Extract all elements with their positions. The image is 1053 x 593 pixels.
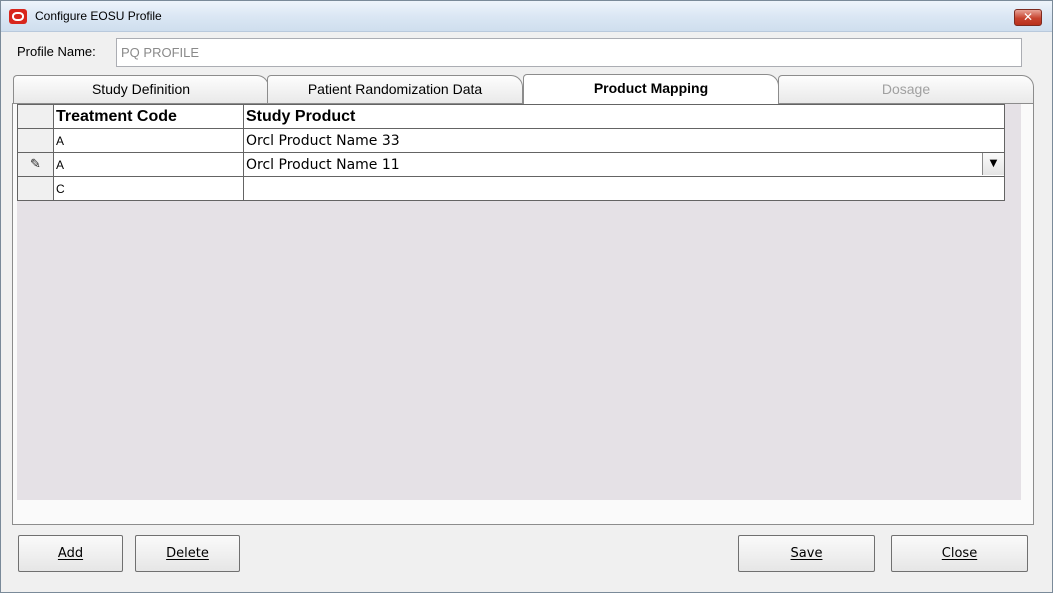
study-product-cell[interactable]: Orcl Product Name 33 bbox=[243, 128, 1005, 153]
study-product-dropdown[interactable]: Orcl Product Name 11 ▼ bbox=[243, 152, 1005, 177]
column-header-treatment-code[interactable]: Treatment Code bbox=[53, 104, 244, 129]
tab-patient-randomization-data[interactable]: Patient Randomization Data bbox=[267, 75, 523, 103]
pencil-edit-icon: ✎ bbox=[30, 157, 41, 172]
mapping-grid: Treatment Code Study Product A Orcl Prod… bbox=[17, 104, 1021, 500]
profile-name-field[interactable] bbox=[116, 38, 1022, 67]
window-title: Configure EOSU Profile bbox=[35, 9, 162, 23]
row-header[interactable] bbox=[17, 176, 54, 201]
window-close-button[interactable]: ✕ bbox=[1014, 9, 1042, 26]
add-button[interactable]: Add bbox=[18, 535, 123, 572]
chevron-down-icon[interactable]: ▼ bbox=[982, 153, 1004, 175]
study-product-cell[interactable] bbox=[243, 176, 1005, 201]
tab-product-mapping[interactable]: Product Mapping bbox=[523, 74, 779, 104]
save-button[interactable]: Save bbox=[738, 535, 875, 572]
product-mapping-panel: Treatment Code Study Product A Orcl Prod… bbox=[12, 103, 1034, 525]
treatment-code-cell[interactable]: A bbox=[53, 152, 244, 177]
treatment-code-cell[interactable]: C bbox=[53, 176, 244, 201]
delete-button[interactable]: Delete bbox=[135, 535, 240, 572]
dialog-window: Configure EOSU Profile ✕ Profile Name: S… bbox=[0, 0, 1053, 593]
oracle-app-icon bbox=[9, 9, 27, 24]
profile-name-label: Profile Name: bbox=[17, 44, 96, 59]
table-row[interactable]: ✎ A Orcl Product Name 11 ▼ bbox=[17, 152, 1005, 177]
treatment-code-cell[interactable]: A bbox=[53, 128, 244, 153]
grid-corner-cell[interactable] bbox=[17, 104, 54, 129]
title-bar[interactable]: Configure EOSU Profile ✕ bbox=[1, 1, 1052, 32]
tab-dosage[interactable]: Dosage bbox=[778, 75, 1034, 103]
column-header-study-product[interactable]: Study Product bbox=[243, 104, 1005, 129]
study-product-selected-value: Orcl Product Name 11 bbox=[246, 156, 400, 173]
mapping-table: Treatment Code Study Product A Orcl Prod… bbox=[17, 104, 1005, 201]
table-row[interactable]: C bbox=[17, 176, 1005, 201]
table-row[interactable]: A Orcl Product Name 33 bbox=[17, 128, 1005, 153]
row-header[interactable]: ✎ bbox=[17, 152, 54, 177]
row-header[interactable] bbox=[17, 128, 54, 153]
tab-study-definition[interactable]: Study Definition bbox=[13, 75, 269, 103]
close-button[interactable]: Close bbox=[891, 535, 1028, 572]
grid-header-row: Treatment Code Study Product bbox=[17, 104, 1005, 129]
